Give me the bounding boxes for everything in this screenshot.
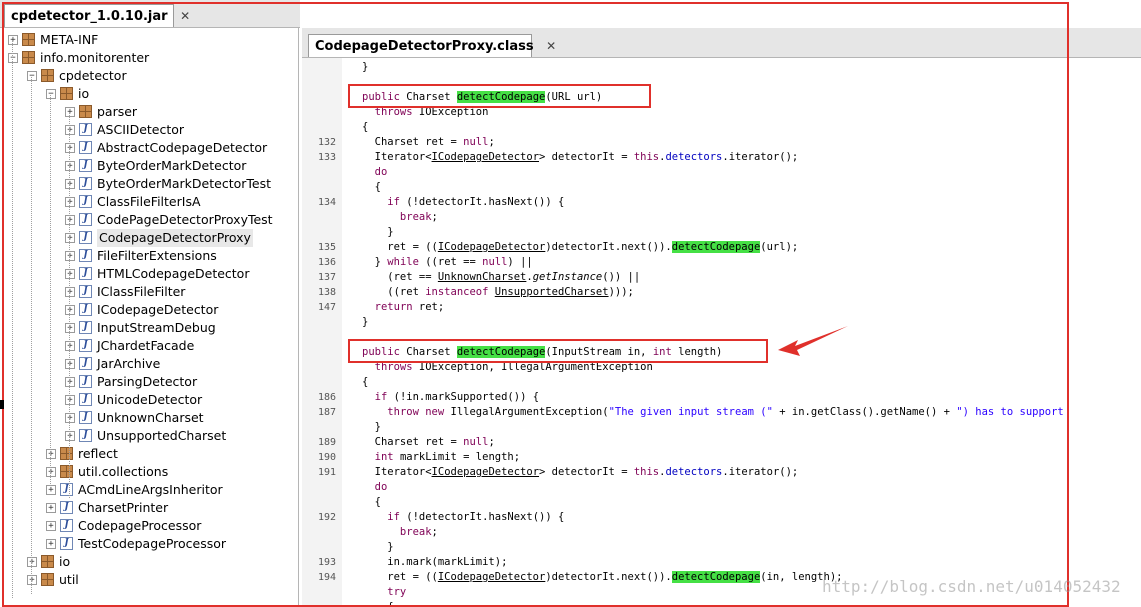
left-edge-marker — [0, 400, 4, 409]
watermark: http://blog.csdn.net/u014052432 — [822, 577, 1121, 596]
method-annotation-box-2 — [348, 339, 768, 363]
method-annotation-box-1 — [348, 84, 651, 108]
arrow-icon — [778, 326, 848, 356]
